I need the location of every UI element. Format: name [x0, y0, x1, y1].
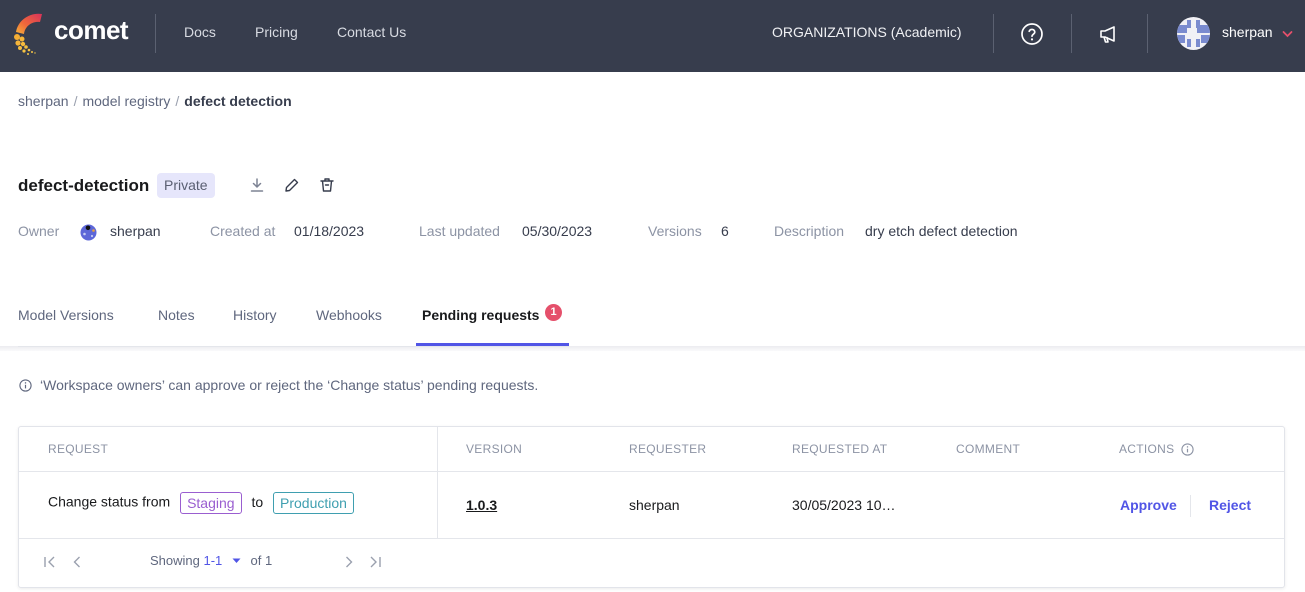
chevron-left-icon — [73, 556, 80, 568]
info-text: ‘Workspace owners’ can approve or reject… — [40, 377, 539, 393]
user-avatar-icon — [1177, 20, 1210, 47]
organization-switcher[interactable]: ORGANIZATIONS (Academic) — [772, 24, 962, 40]
versions-label: Versions — [648, 223, 702, 239]
delete-button[interactable] — [318, 176, 336, 194]
breadcrumb-separator: / — [175, 93, 180, 109]
versions-value: 6 — [721, 223, 729, 239]
requester-cell: sherpan — [629, 497, 680, 513]
visibility-badge: Private — [157, 173, 215, 198]
tab-notes[interactable]: Notes — [158, 307, 195, 323]
header-divider — [19, 471, 1284, 472]
column-header-requester: REQUESTER — [629, 442, 707, 456]
comet-logo[interactable]: comet — [12, 12, 129, 56]
to-stage-tag: Production — [273, 492, 354, 514]
active-tab-indicator — [416, 343, 569, 346]
owner-label: Owner — [18, 223, 60, 239]
column-header-request: REQUEST — [48, 442, 109, 456]
pending-requests-table: REQUEST VERSION REQUESTER REQUESTED AT C… — [18, 426, 1285, 588]
tabs-baseline — [18, 346, 569, 347]
last-page-icon — [370, 556, 381, 568]
nav-link-pricing[interactable]: Pricing — [255, 24, 298, 40]
column-header-comment: COMMENT — [956, 442, 1021, 456]
column-divider — [437, 427, 438, 539]
owner-value[interactable]: sherpan — [110, 223, 161, 239]
column-header-actions: ACTIONS — [1119, 442, 1175, 456]
page-range-select[interactable]: 1-1 — [204, 553, 223, 568]
megaphone-icon — [1100, 26, 1115, 43]
owner-avatar-icon — [80, 224, 97, 241]
breadcrumb-separator: / — [73, 93, 78, 109]
nav-link-docs[interactable]: Docs — [184, 24, 216, 40]
first-page-icon — [44, 556, 55, 568]
previous-page-button[interactable] — [69, 553, 85, 571]
description-label: Description — [774, 223, 845, 239]
breadcrumb-workspace[interactable]: sherpan — [18, 93, 69, 109]
info-message: ‘Workspace owners’ can approve or reject… — [19, 377, 538, 393]
tab-model-versions[interactable]: Model Versions — [18, 307, 114, 323]
description-value: dry etch defect detection — [865, 223, 1018, 239]
info-icon — [19, 378, 32, 392]
row-divider — [19, 538, 1284, 539]
brand-name: comet — [54, 15, 129, 45]
tab-pending-requests[interactable]: Pending requests — [422, 307, 539, 323]
tab-webhooks[interactable]: Webhooks — [316, 307, 382, 323]
announcements-button[interactable] — [1095, 20, 1123, 48]
tab-bar: Model Versions Notes History Webhooks Pe… — [18, 295, 569, 346]
request-cell: Change status from Staging to Production — [48, 492, 354, 514]
model-title: defect-detection — [18, 176, 150, 195]
column-header-requested-at: REQUESTED AT — [792, 442, 888, 456]
question-circle-icon — [1021, 23, 1043, 45]
first-page-button[interactable] — [42, 553, 58, 571]
breadcrumb: sherpan / model registry / defect detection — [18, 93, 292, 109]
version-link[interactable]: 1.0.3 — [466, 497, 497, 513]
top-navigation: comet Docs Pricing Contact Us ORGANIZATI… — [0, 0, 1305, 72]
action-divider — [1190, 495, 1191, 517]
created-label: Created at — [210, 223, 276, 239]
created-value: 01/18/2023 — [294, 223, 365, 239]
user-menu[interactable]: sherpan — [1222, 24, 1273, 40]
breadcrumb-model-registry[interactable]: model registry — [82, 93, 170, 109]
caret-down-icon[interactable] — [232, 558, 241, 564]
request-prefix: Change status from — [48, 493, 171, 510]
requested-at-cell: 30/05/2023 10… — [792, 497, 896, 513]
total-label: of 1 — [250, 553, 273, 568]
breadcrumb-current: defect detection — [184, 93, 292, 109]
download-icon — [250, 178, 264, 192]
updated-value: 05/30/2023 — [522, 223, 593, 239]
tab-history[interactable]: History — [233, 307, 277, 323]
from-stage-tag: Staging — [180, 492, 242, 514]
pagination-summary: Showing 1-1 of 1 — [150, 553, 272, 568]
showing-label: Showing — [150, 553, 200, 568]
nav-link-contact-us[interactable]: Contact Us — [337, 24, 406, 40]
nav-divider — [155, 14, 156, 53]
help-button[interactable] — [1018, 20, 1046, 48]
nav-divider — [993, 14, 994, 53]
chevron-down-icon[interactable] — [1282, 30, 1293, 38]
reject-button[interactable]: Reject — [1209, 497, 1251, 513]
next-page-button[interactable] — [341, 553, 357, 571]
chevron-right-icon — [346, 556, 353, 568]
edit-button[interactable] — [283, 176, 301, 194]
approve-button[interactable]: Approve — [1120, 497, 1177, 513]
last-page-button[interactable] — [367, 553, 383, 571]
user-avatar[interactable] — [1177, 17, 1210, 50]
delete-icon — [320, 178, 334, 192]
actions-info-icon[interactable] — [1181, 443, 1194, 456]
pending-count-badge: 1 — [545, 304, 562, 321]
edit-icon — [285, 178, 299, 192]
nav-divider — [1071, 14, 1072, 53]
nav-divider — [1147, 14, 1148, 53]
column-header-version: VERSION — [466, 442, 523, 456]
request-connector: to — [251, 493, 264, 510]
comet-logo-icon — [14, 13, 42, 55]
download-button[interactable] — [248, 176, 266, 194]
updated-label: Last updated — [419, 223, 500, 239]
